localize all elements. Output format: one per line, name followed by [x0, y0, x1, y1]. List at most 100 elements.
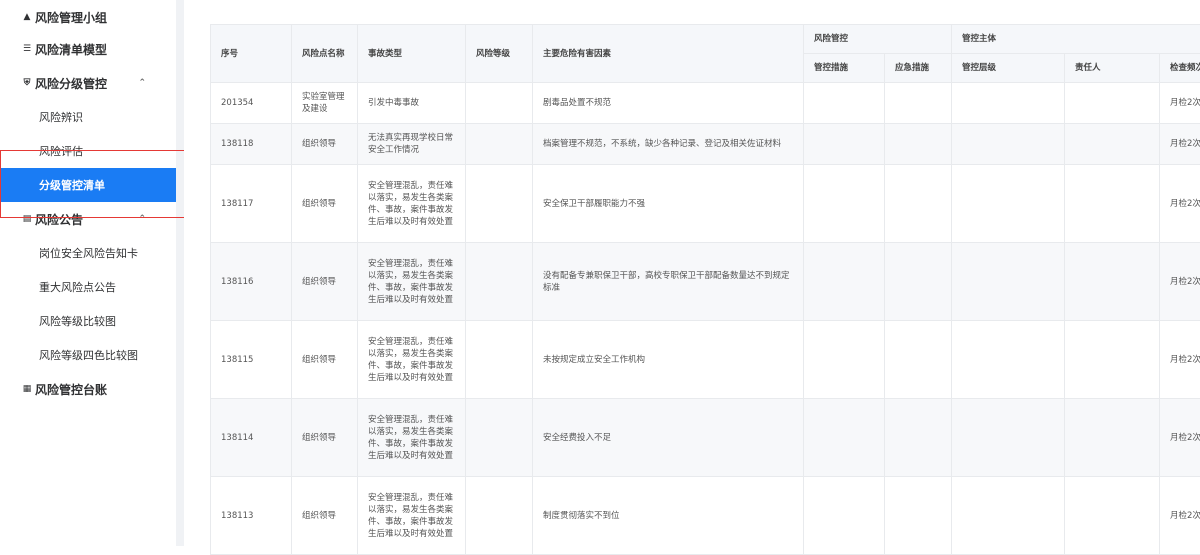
sidebar: ▲ 风险管理小组 ☰ 风险清单模型 ⛨ 风险分级管控 ⌃ 风险辨识 风险评估 分… — [0, 0, 176, 546]
nav-major-risk-notice[interactable]: 重大风险点公告 — [0, 270, 176, 304]
nav-label: 风险辨识 — [39, 109, 83, 125]
col-emergency: 应急措施 — [885, 54, 952, 83]
col-group-subject: 管控主体 — [952, 25, 1200, 54]
cell-tier — [952, 124, 1065, 165]
cell-tier — [952, 399, 1065, 477]
cell-factors: 安全保卫干部履职能力不强 — [533, 165, 804, 243]
table-row: 138118 组织领导 无法真实再现学校日常安全工作情况 档案管理不规范，不系统… — [211, 124, 1200, 165]
cell-emergency — [885, 165, 952, 243]
nav-label: 风险公告 — [35, 211, 83, 228]
chevron-up-icon: ⌃ — [138, 78, 146, 88]
nav-label: 重大风险点公告 — [39, 279, 116, 295]
cell-tier — [952, 165, 1065, 243]
nav-risk-identify[interactable]: 风险辨识 — [0, 100, 176, 134]
nav-label: 风险清单模型 — [35, 41, 107, 58]
chevron-up-icon: ⌃ — [138, 214, 146, 224]
nav-risk-ledger[interactable]: ▦ 风险管控台账 — [0, 372, 176, 406]
table-row: 201354 实验室管理及建设 引发中毒事故 剧毒品处置不规范 月检2次 — [211, 83, 1200, 124]
cell-level — [466, 83, 533, 124]
cell-tier — [952, 83, 1065, 124]
col-point: 风险点名称 — [292, 25, 358, 83]
main-content: 序号 风险点名称 事故类型 风险等级 主要危险有害因素 风险管控 管控主体 管控… — [184, 0, 1200, 546]
cell-level — [466, 165, 533, 243]
cell-measures — [804, 243, 885, 321]
cell-point: 组织领导 — [292, 124, 358, 165]
cell-freq: 月检2次 — [1160, 165, 1200, 243]
cell-factors: 未按规定成立安全工作机构 — [533, 321, 804, 399]
cell-emergency — [885, 321, 952, 399]
cell-point: 组织领导 — [292, 477, 358, 555]
cell-point: 实验室管理及建设 — [292, 83, 358, 124]
nav-label: 风险评估 — [39, 143, 83, 159]
cell-point: 组织领导 — [292, 165, 358, 243]
col-type: 事故类型 — [358, 25, 466, 83]
cell-person — [1065, 477, 1160, 555]
nav-risk-assess[interactable]: 风险评估 — [0, 134, 176, 168]
shield-icon: ⛨ — [22, 78, 32, 88]
cell-measures — [804, 321, 885, 399]
cell-emergency — [885, 477, 952, 555]
nav-risk-team[interactable]: ▲ 风险管理小组 — [0, 0, 176, 34]
cell-point: 组织领导 — [292, 321, 358, 399]
col-person: 责任人 — [1065, 54, 1160, 83]
cell-person — [1065, 124, 1160, 165]
cell-freq: 月检2次 — [1160, 399, 1200, 477]
cell-factors: 没有配备专兼职保卫干部，高校专职保卫干部配备数量达不到规定标准 — [533, 243, 804, 321]
nav-risk-grading[interactable]: ⛨ 风险分级管控 ⌃ — [0, 66, 176, 100]
cell-type: 安全管理混乱，责任难以落实，易发生各类案件、事故，案件事故发生后难以及时有效处置 — [358, 477, 466, 555]
cell-seq: 138114 — [211, 399, 292, 477]
cell-seq: 138113 — [211, 477, 292, 555]
table-row: 138114 组织领导 安全管理混乱，责任难以落实，易发生各类案件、事故，案件事… — [211, 399, 1200, 477]
col-seq: 序号 — [211, 25, 292, 83]
cell-freq: 月检2次 — [1160, 243, 1200, 321]
cell-level — [466, 243, 533, 321]
cell-type: 安全管理混乱，责任难以落实，易发生各类案件、事故，案件事故发生后难以及时有效处置 — [358, 165, 466, 243]
cell-person — [1065, 243, 1160, 321]
nav-grading-list[interactable]: 分级管控清单 — [0, 168, 176, 202]
cell-factors: 制度贯彻落实不到位 — [533, 477, 804, 555]
cell-level — [466, 124, 533, 165]
cell-person — [1065, 399, 1160, 477]
nav-risk-four-color[interactable]: 风险等级四色比较图 — [0, 338, 176, 372]
cell-tier — [952, 477, 1065, 555]
nav-label: 风险管理小组 — [35, 9, 107, 26]
col-factors: 主要危险有害因素 — [533, 25, 804, 83]
nav-risk-list-model[interactable]: ☰ 风险清单模型 — [0, 32, 176, 66]
cell-level — [466, 399, 533, 477]
cell-person — [1065, 83, 1160, 124]
cell-measures — [804, 477, 885, 555]
cell-level — [466, 477, 533, 555]
nav-risk-notice[interactable]: ▤ 风险公告 ⌃ — [0, 202, 176, 236]
cell-measures — [804, 399, 885, 477]
sidebar-divider — [176, 0, 184, 546]
cell-type: 安全管理混乱，责任难以落实，易发生各类案件、事故，案件事故发生后难以及时有效处置 — [358, 243, 466, 321]
table-row: 138116 组织领导 安全管理混乱，责任难以落实，易发生各类案件、事故，案件事… — [211, 243, 1200, 321]
org-icon: ▲ — [22, 12, 32, 22]
cell-freq: 月检2次 — [1160, 477, 1200, 555]
cell-freq: 月检2次 — [1160, 83, 1200, 124]
col-measures: 管控措施 — [804, 54, 885, 83]
cell-type: 无法真实再现学校日常安全工作情况 — [358, 124, 466, 165]
nav-risk-level-compare[interactable]: 风险等级比较图 — [0, 304, 176, 338]
nav-label: 分级管控清单 — [39, 177, 105, 193]
cell-type: 引发中毒事故 — [358, 83, 466, 124]
nav-label: 风险等级四色比较图 — [39, 347, 138, 363]
cell-factors: 档案管理不规范，不系统，缺少各种记录、登记及相关佐证材料 — [533, 124, 804, 165]
risk-control-table: 序号 风险点名称 事故类型 风险等级 主要危险有害因素 风险管控 管控主体 管控… — [210, 24, 1200, 555]
col-freq: 检查频次 — [1160, 54, 1200, 83]
nav-label: 岗位安全风险告知卡 — [39, 245, 138, 261]
table-row: 138117 组织领导 安全管理混乱，责任难以落实，易发生各类案件、事故，案件事… — [211, 165, 1200, 243]
cell-emergency — [885, 399, 952, 477]
cell-type: 安全管理混乱，责任难以落实，易发生各类案件、事故，案件事故发生后难以及时有效处置 — [358, 321, 466, 399]
cell-point: 组织领导 — [292, 243, 358, 321]
cell-seq: 138117 — [211, 165, 292, 243]
cell-freq: 月检2次 — [1160, 321, 1200, 399]
table-row: 138115 组织领导 安全管理混乱，责任难以落实，易发生各类案件、事故，案件事… — [211, 321, 1200, 399]
table-row: 138113 组织领导 安全管理混乱，责任难以落实，易发生各类案件、事故，案件事… — [211, 477, 1200, 555]
nav-post-risk-card[interactable]: 岗位安全风险告知卡 — [0, 236, 176, 270]
cell-measures — [804, 124, 885, 165]
cell-level — [466, 321, 533, 399]
cell-factors: 剧毒品处置不规范 — [533, 83, 804, 124]
nav-label: 风险等级比较图 — [39, 313, 116, 329]
nav-label: 风险分级管控 — [35, 75, 107, 92]
